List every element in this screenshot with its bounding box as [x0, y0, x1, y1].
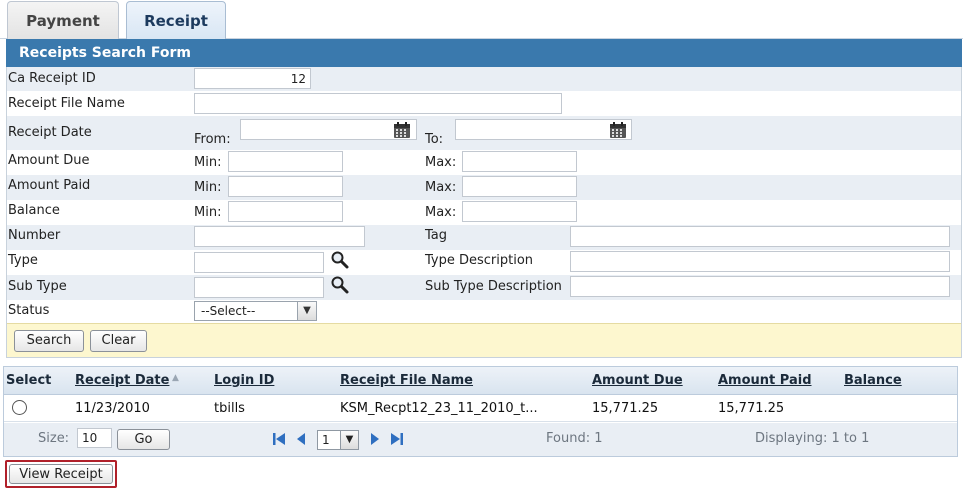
cell-receipt-date: 11/23/2010 [75, 401, 150, 416]
row-type: Type Type Description [7, 250, 961, 275]
search-form-title: Receipts Search Form [6, 39, 962, 67]
page-selected-value: 1 [322, 433, 330, 447]
receipt-date-from-input[interactable] [240, 119, 417, 140]
go-button[interactable]: Go [117, 429, 170, 450]
amount-paid-min-label: Min: [194, 180, 222, 195]
search-button[interactable]: Search [14, 330, 84, 352]
calendar-icon[interactable] [609, 121, 627, 139]
page-size-label: Size: [38, 431, 70, 446]
amount-paid-label: Amount Paid [8, 178, 91, 193]
column-login-id[interactable]: Login ID [214, 373, 274, 388]
cell-amount-paid: 15,771.25 [718, 401, 785, 416]
table-row[interactable]: 11/23/2010 tbills KSM_Recpt12_23_11_2010… [4, 395, 957, 422]
first-page-icon[interactable] [272, 431, 286, 447]
grid-pager: Size: Go 1 ▼ Found: 1 Displaying: 1 to 1 [4, 423, 957, 456]
sub-type-description-input[interactable] [570, 276, 950, 297]
row-status: Status --Select-- ▼ [7, 300, 961, 323]
row-sub-type: Sub Type Sub Type Description [7, 275, 961, 300]
amount-paid-max-input[interactable] [462, 176, 577, 197]
view-receipt-button[interactable]: View Receipt [5, 460, 117, 488]
row-receipt-date: Receipt Date From: To: [7, 116, 961, 150]
calendar-icon[interactable] [393, 121, 411, 139]
found-count: Found: 1 [546, 431, 603, 446]
status-label: Status [8, 303, 50, 318]
type-description-label: Type Description [425, 253, 534, 268]
balance-max-input[interactable] [462, 201, 577, 222]
tag-input[interactable] [570, 226, 950, 247]
row-receipt-file-name: Receipt File Name [7, 91, 961, 116]
status-selected-value: --Select-- [201, 304, 256, 318]
type-input[interactable] [194, 252, 324, 273]
tab-payment[interactable]: Payment [7, 1, 119, 39]
column-select: Select [6, 373, 52, 388]
receipt-date-to-input[interactable] [455, 119, 632, 140]
amount-paid-min-input[interactable] [228, 176, 343, 197]
page-size-input[interactable] [77, 428, 112, 448]
clear-button[interactable]: Clear [90, 330, 147, 352]
row-number-tag: Number Tag [7, 225, 961, 250]
status-select[interactable]: --Select-- ▼ [194, 301, 317, 321]
column-receipt-file-name[interactable]: Receipt File Name [340, 373, 473, 388]
displaying-range: Displaying: 1 to 1 [755, 431, 870, 446]
view-receipt-label: View Receipt [9, 464, 113, 484]
previous-page-icon[interactable] [294, 431, 308, 447]
tag-label: Tag [425, 228, 448, 243]
balance-label: Balance [8, 203, 60, 218]
number-input[interactable] [194, 226, 365, 247]
balance-min-label: Min: [194, 205, 222, 220]
ca-receipt-id-label: Ca Receipt ID [8, 71, 96, 86]
next-page-icon[interactable] [368, 431, 382, 447]
last-page-icon[interactable] [390, 431, 404, 447]
receipt-date-from-label: From: [194, 132, 231, 147]
column-receipt-date[interactable]: Receipt Date [75, 373, 169, 388]
sub-type-label: Sub Type [8, 279, 67, 294]
cell-login-id: tbills [214, 401, 245, 416]
row-ca-receipt-id: Ca Receipt ID [7, 67, 961, 91]
chevron-down-icon: ▼ [297, 302, 316, 320]
number-label: Number [8, 228, 61, 243]
chevron-down-icon: ▼ [340, 431, 358, 449]
amount-due-min-input[interactable] [228, 151, 343, 172]
amount-due-max-input[interactable] [462, 151, 577, 172]
type-label: Type [8, 253, 38, 268]
row-amount-paid: Amount Paid Min: Max: [7, 175, 961, 200]
sub-type-input[interactable] [194, 277, 324, 298]
row-select-radio[interactable] [12, 400, 27, 415]
results-grid: Select Receipt Date ▲ Login ID Receipt F… [3, 366, 958, 457]
amount-paid-max-label: Max: [425, 180, 457, 195]
amount-due-max-label: Max: [425, 155, 457, 170]
column-balance[interactable]: Balance [844, 373, 902, 388]
search-button-bar: Search Clear [7, 323, 961, 357]
cell-receipt-file-name: KSM_Recpt12_23_11_2010_t... [340, 401, 538, 416]
column-amount-paid[interactable]: Amount Paid [718, 373, 812, 388]
receipt-date-label: Receipt Date [8, 125, 92, 140]
page-select[interactable]: 1 ▼ [317, 430, 359, 450]
tab-strip: Payment Receipt [0, 0, 963, 39]
column-amount-due[interactable]: Amount Due [592, 373, 683, 388]
grid-header: Select Receipt Date ▲ Login ID Receipt F… [4, 367, 957, 395]
cell-amount-due: 15,771.25 [592, 401, 659, 416]
balance-min-input[interactable] [228, 201, 343, 222]
receipt-file-name-input[interactable] [194, 93, 562, 114]
ca-receipt-id-input[interactable] [194, 68, 311, 89]
type-description-input[interactable] [570, 251, 950, 272]
amount-due-label: Amount Due [8, 153, 90, 168]
row-balance: Balance Min: Max: [7, 200, 961, 225]
amount-due-min-label: Min: [194, 155, 222, 170]
sort-asc-icon: ▲ [172, 373, 179, 383]
magnifier-icon[interactable] [330, 250, 350, 270]
receipt-file-name-label: Receipt File Name [8, 96, 125, 111]
search-form: Ca Receipt ID Receipt File Name Receipt … [6, 67, 962, 358]
sub-type-description-label: Sub Type Description [425, 279, 562, 294]
balance-max-label: Max: [425, 205, 457, 220]
row-amount-due: Amount Due Min: Max: [7, 150, 961, 175]
magnifier-icon[interactable] [330, 275, 350, 295]
tab-receipt[interactable]: Receipt [126, 1, 226, 39]
receipt-date-to-label: To: [425, 132, 444, 147]
